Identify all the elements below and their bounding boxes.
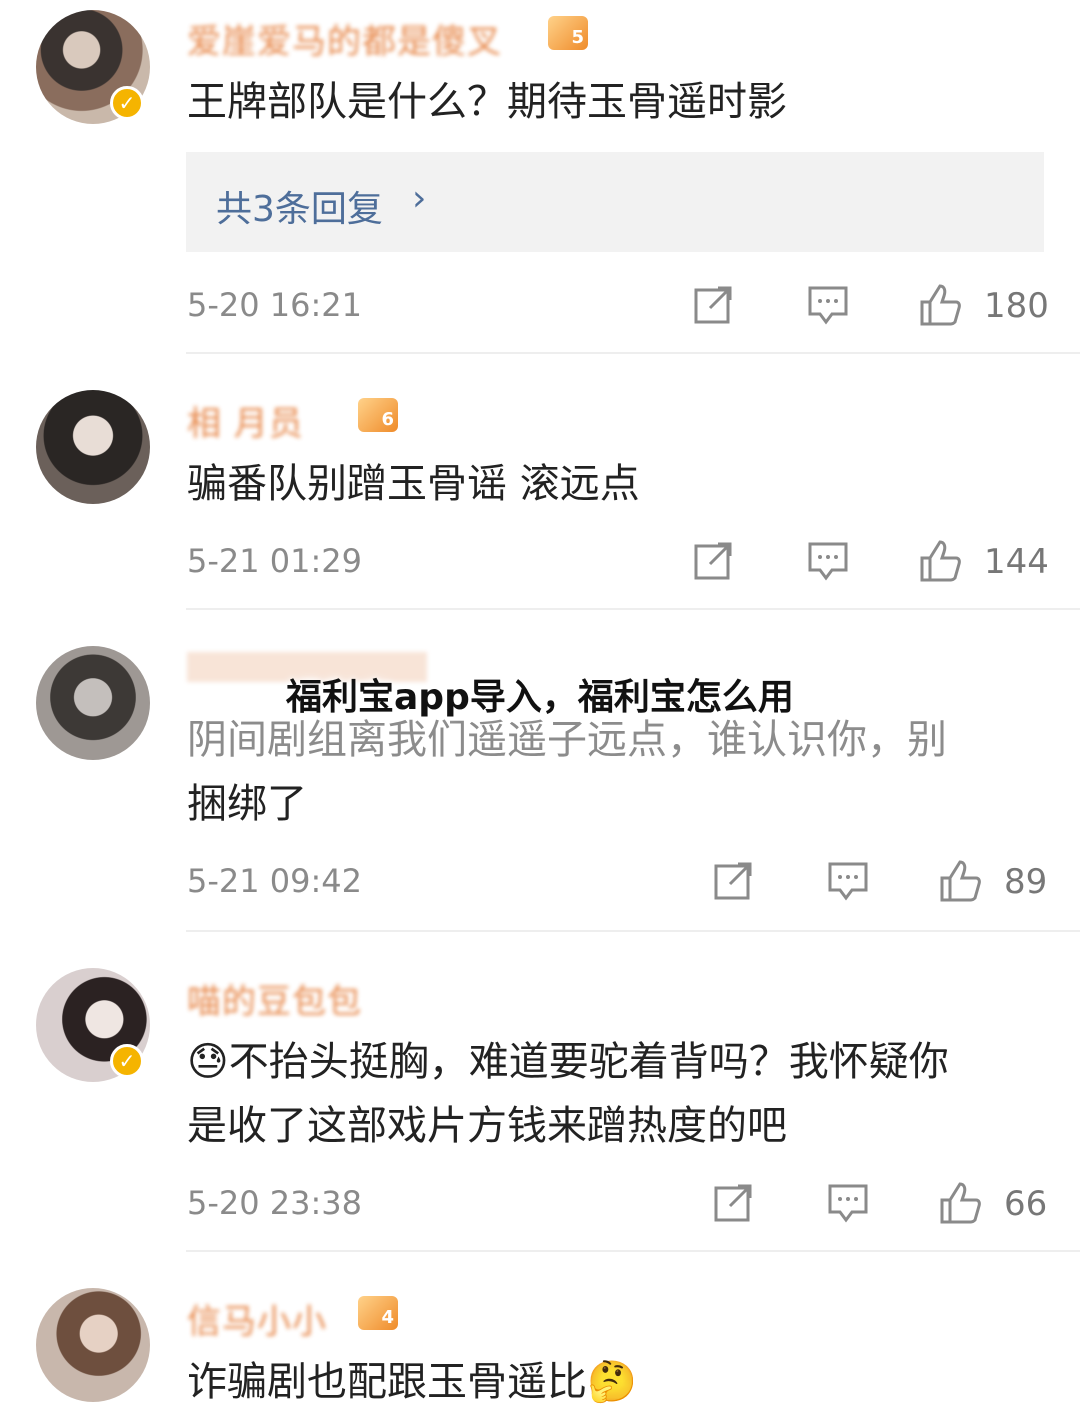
comment-icon[interactable] [826, 1180, 870, 1224]
comment-text-line1: 诈骗剧也配跟玉骨遥比🤔 [187, 1350, 1047, 1414]
like-count: 66 [1004, 1184, 1048, 1224]
username[interactable]: 爱崖爱马的都是傻叉 [187, 14, 502, 63]
view-replies-button[interactable]: 共3条回复 › [186, 152, 1044, 252]
divider [186, 352, 1080, 354]
comment-icon[interactable] [826, 858, 870, 902]
timestamp: 5-21 09:42 [187, 862, 363, 900]
timestamp: 5-21 01:29 [187, 542, 363, 580]
timestamp: 5-20 23:38 [187, 1184, 363, 1222]
verified-badge-icon: ✓ [110, 86, 144, 120]
chevron-right-icon: › [412, 178, 427, 219]
thumbs-up-icon[interactable] [938, 1180, 982, 1224]
like-count: 89 [1004, 862, 1048, 902]
timestamp: 5-20 16:21 [187, 286, 363, 324]
comment-text: 王牌部队是什么？期待玉骨遥时影 [187, 79, 787, 125]
repost-icon[interactable] [692, 282, 736, 326]
divider [186, 1250, 1080, 1252]
level-badge-icon: 6 [358, 398, 398, 432]
username[interactable]: 相 月员 [187, 396, 304, 445]
level-badge-icon: 4 [358, 1296, 398, 1330]
avatar[interactable] [36, 390, 150, 504]
comment-text-line2: 是收了这部戏片方钱来蹭热度的吧 [187, 1103, 787, 1149]
repost-icon[interactable] [712, 1180, 756, 1224]
comment-icon[interactable] [806, 282, 850, 326]
thumbs-up-icon[interactable] [938, 858, 982, 902]
repost-icon[interactable] [712, 858, 756, 902]
thumbs-up-icon[interactable] [918, 538, 962, 582]
username[interactable]: 喵的豆包包 [187, 974, 362, 1023]
thumbs-up-icon[interactable] [918, 282, 962, 326]
divider [186, 608, 1080, 610]
thinking-emoji-icon: 🤔 [587, 1359, 637, 1405]
divider [186, 930, 1080, 932]
comment-text-line1: 😓不抬头挺胸，难道要驼着背吗？我怀疑你 [187, 1030, 1047, 1094]
avatar[interactable] [36, 646, 150, 760]
avatar[interactable] [36, 1288, 150, 1402]
repost-icon[interactable] [692, 538, 736, 582]
verified-badge-icon: ✓ [110, 1044, 144, 1078]
like-count: 144 [984, 542, 1049, 582]
like-count: 180 [984, 286, 1049, 326]
comment-text: 诈骗剧也配跟玉骨遥比 [187, 1359, 587, 1405]
username[interactable]: 信马小小 [187, 1294, 327, 1343]
overlay-title: 福利宝app导入，福利宝怎么用 [286, 677, 794, 718]
comment-text-line2: 捆绑了 [187, 781, 307, 827]
comment-icon[interactable] [806, 538, 850, 582]
replies-label: 共3条回复 [216, 189, 383, 230]
sweat-emoji-icon: 😓 [187, 1039, 229, 1085]
comment-text: 不抬头挺胸，难道要驼着背吗？我怀疑你 [228, 1039, 949, 1085]
comment-text: 骗番队别蹭玉骨谣 滚远点 [187, 461, 640, 507]
level-badge-icon: 5 [548, 16, 588, 50]
